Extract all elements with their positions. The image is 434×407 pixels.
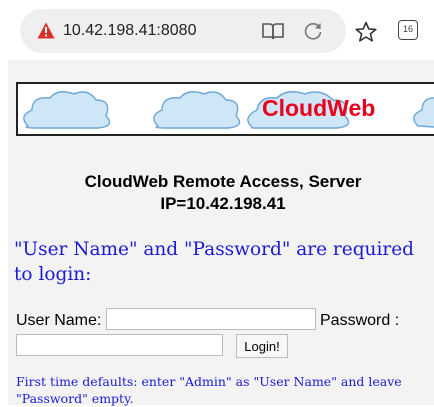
reload-icon[interactable] — [302, 20, 324, 42]
defaults-note: First time defaults: enter "Admin" as "U… — [16, 374, 402, 406]
page-heading: CloudWeb Remote Access, Server IP=10.42.… — [84, 172, 362, 213]
login-button[interactable]: Login! — [236, 334, 288, 358]
user-name-input[interactable] — [106, 308, 316, 330]
url-text[interactable]: 10.42.198.41:8080 — [63, 20, 196, 42]
user-name-label: User Name: — [16, 312, 102, 329]
tabs-icon[interactable]: 16 — [398, 20, 418, 40]
login-required-text: "User Name" and "Password" are required … — [14, 239, 415, 285]
cloudweb-banner: CloudWeb — [16, 82, 434, 136]
reader-mode-icon[interactable] — [261, 21, 285, 41]
address-bar[interactable]: 10.42.198.41:8080 — [20, 9, 346, 53]
password-label: Password : — [320, 312, 400, 329]
tab-count: 16 — [402, 24, 413, 34]
star-icon[interactable] — [354, 21, 378, 43]
password-input[interactable] — [16, 334, 223, 356]
browser-toolbar: 10.42.198.41:8080 16 — [0, 0, 434, 60]
banner-title: CloudWeb — [262, 95, 376, 121]
warning-icon[interactable] — [37, 22, 55, 39]
page-content: CloudWeb CloudWeb Remote Access, Server … — [8, 60, 434, 406]
